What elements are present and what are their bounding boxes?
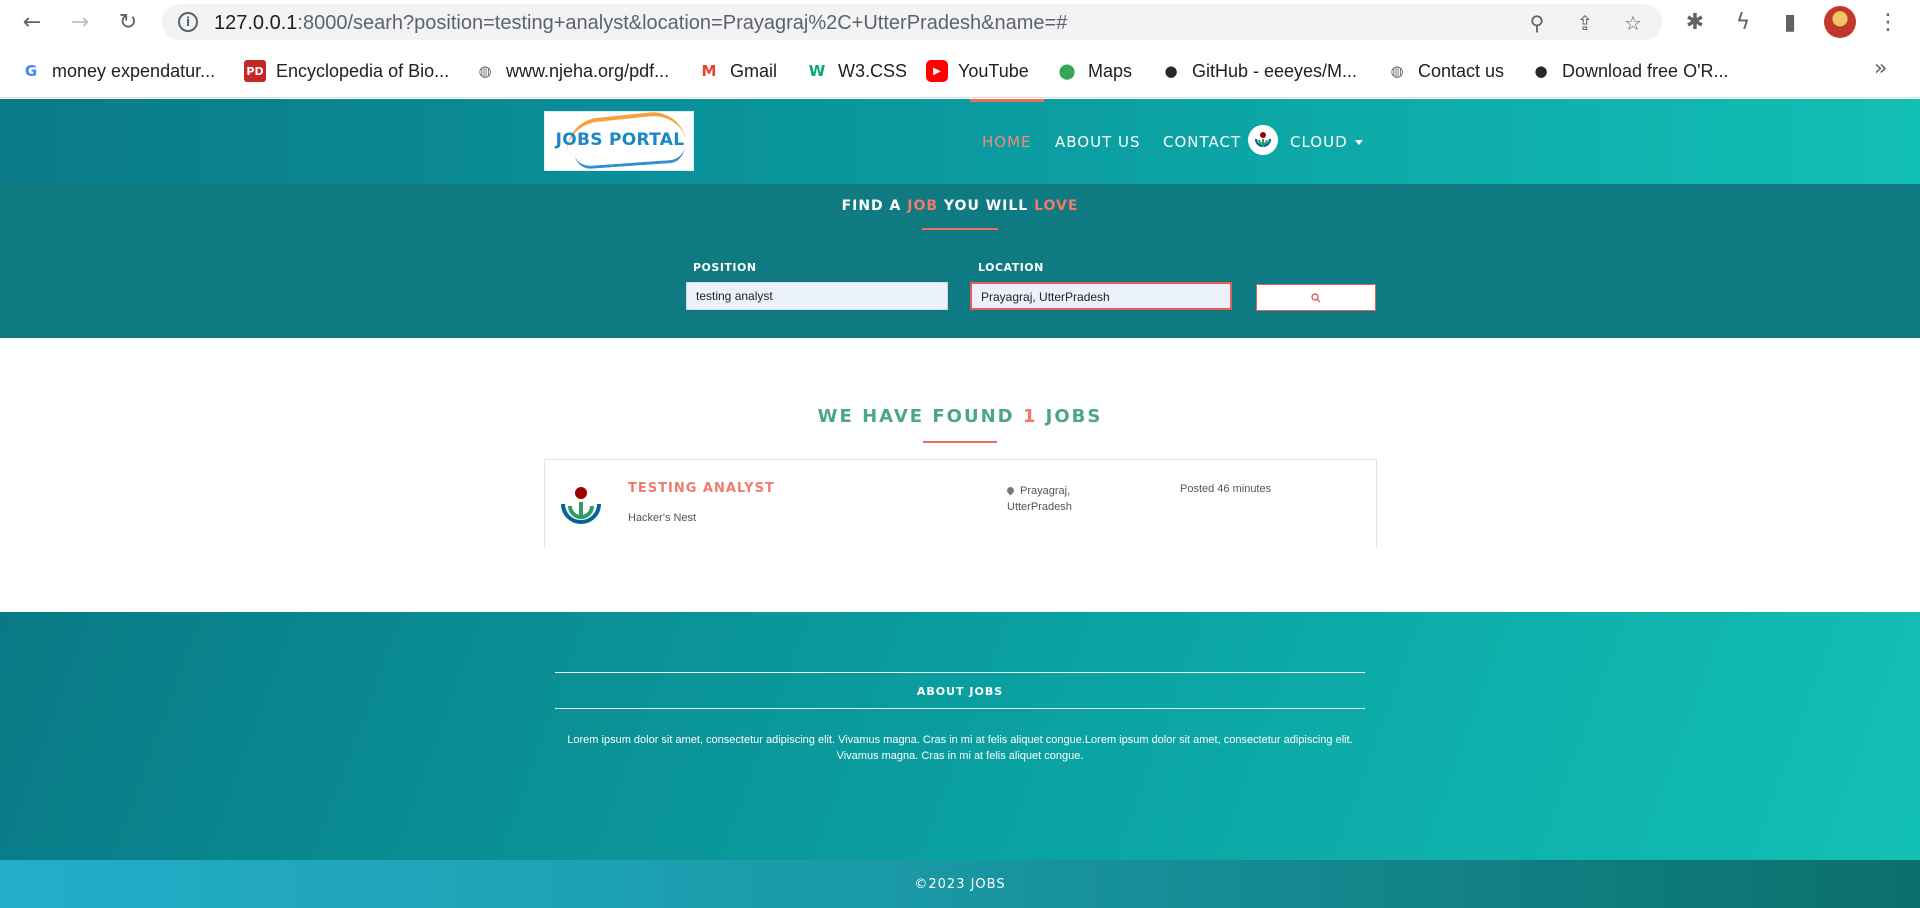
- job-location-text: Prayagraj, UtterPradesh: [1007, 485, 1072, 513]
- gmail-icon: M: [701, 62, 717, 80]
- youtube-icon: ▶: [926, 60, 948, 82]
- location-label: LOCATION: [978, 261, 1044, 274]
- user-avatar[interactable]: [1248, 125, 1278, 155]
- bookmark-item[interactable]: ▶ YouTube: [926, 57, 1029, 85]
- side-panel-icon[interactable]: ▮: [1776, 8, 1804, 36]
- share-icon[interactable]: ⇪: [1572, 10, 1598, 36]
- bookmark-item[interactable]: ● GitHub - eeeyes/M...: [1160, 57, 1357, 85]
- address-url[interactable]: 127.0.0.1:8000/searh?position=testing+an…: [214, 12, 1067, 35]
- heading-underline: [922, 228, 998, 230]
- bookmark-item[interactable]: ⬤ Maps: [1056, 57, 1132, 85]
- site-info-icon[interactable]: i: [178, 12, 198, 32]
- copyright-bar: ©2023 JOBS: [0, 860, 1920, 908]
- performance-icon[interactable]: ϟ: [1729, 8, 1757, 36]
- forward-arrow-icon[interactable]: →: [66, 8, 94, 36]
- company-logo-icon: [561, 487, 601, 524]
- site-header: JOBS PORTAL HOME ABOUT US CONTACT CLOUD: [0, 99, 1920, 184]
- user-name: CLOUD: [1290, 133, 1348, 151]
- bookmark-label: Maps: [1088, 60, 1133, 81]
- search-icon: [1311, 292, 1321, 302]
- bookmark-label: money expendatur...: [52, 60, 216, 81]
- nav-about-us[interactable]: ABOUT US: [1055, 133, 1141, 151]
- bookmark-item[interactable]: ◍ www.njeha.org/pdf...: [474, 57, 669, 85]
- github-icon: ●: [1164, 62, 1178, 80]
- jobs-portal-logo[interactable]: JOBS PORTAL: [544, 111, 694, 171]
- bookmark-star-icon[interactable]: ☆: [1620, 10, 1646, 36]
- job-location: Prayagraj, UtterPradesh: [1005, 483, 1117, 515]
- footer-divider: [555, 672, 1365, 673]
- browser-toolbar: ← → ↻ i 127.0.0.1:8000/searh?position=te…: [0, 0, 1920, 44]
- footer-divider: [555, 708, 1365, 709]
- caret-down-icon: [1354, 140, 1363, 145]
- job-title-link[interactable]: TESTING ANALYST: [628, 481, 775, 496]
- position-label: POSITION: [693, 261, 757, 274]
- heading-accent: LOVE: [1034, 198, 1079, 214]
- site-footer: ABOUT JOBS Lorem ipsum dolor sit amet, c…: [0, 612, 1920, 860]
- extensions-puzzle-icon[interactable]: ✱: [1681, 8, 1709, 36]
- wikimedia-icon: [1254, 132, 1272, 148]
- profile-avatar[interactable]: [1824, 6, 1856, 38]
- w3-icon: W: [808, 62, 826, 80]
- bookmark-label: www.njeha.org/pdf...: [506, 60, 670, 81]
- job-card[interactable]: TESTING ANALYST Hacker's Nest Prayagraj,…: [544, 459, 1377, 547]
- logo-text: JOBS PORTAL: [555, 130, 685, 150]
- bookmark-label: YouTube: [958, 60, 1029, 81]
- globe-icon: ◍: [478, 62, 492, 80]
- results-text: WE HAVE FOUND: [817, 406, 1023, 427]
- bookmark-item[interactable]: PD Encyclopedia of Bio...: [244, 57, 449, 85]
- map-pin-icon: [1005, 485, 1016, 496]
- bookmark-label: Contact us: [1418, 60, 1505, 81]
- copyright-text: ©2023 JOBS: [914, 877, 1006, 892]
- address-bar[interactable]: i 127.0.0.1:8000/searh?position=testing+…: [162, 4, 1662, 40]
- nav-contact[interactable]: CONTACT: [1163, 133, 1241, 151]
- position-input[interactable]: testing analyst: [686, 282, 948, 310]
- search-button[interactable]: [1256, 284, 1376, 311]
- footer-about-text: Lorem ipsum dolor sit amet, consectetur …: [567, 734, 1353, 762]
- results-underline: [923, 441, 997, 443]
- url-host: 127.0.0.1: [214, 12, 298, 34]
- location-input[interactable]: Prayagraj, UtterPradesh: [970, 282, 1232, 310]
- bookmark-label: W3.CSS: [838, 60, 908, 81]
- globe-icon: ◍: [1390, 62, 1404, 80]
- bookmark-label: Gmail: [730, 60, 778, 81]
- results-text: JOBS: [1037, 406, 1103, 427]
- bookmark-label: Encyclopedia of Bio...: [276, 60, 450, 81]
- zoom-icon[interactable]: ⚲: [1524, 10, 1550, 36]
- back-arrow-icon[interactable]: ←: [18, 8, 46, 36]
- url-path: :8000/searh?position=testing+analyst&loc…: [297, 12, 1068, 34]
- bookmark-item[interactable]: G money expendatur...: [20, 57, 215, 85]
- results-count: 1: [1022, 406, 1038, 427]
- pd-icon: PD: [244, 60, 266, 82]
- job-posted-time: Posted 46 minutes: [1180, 483, 1272, 495]
- bookmarks-bar: G money expendatur... PD Encyclopedia of…: [0, 44, 1920, 98]
- menu-kebab-icon[interactable]: ⋮: [1874, 8, 1902, 36]
- heading-accent: JOB: [907, 198, 939, 214]
- bookmark-item[interactable]: ● Download free O'R...: [1530, 57, 1729, 85]
- github-icon: ●: [1534, 62, 1548, 80]
- footer-heading: ABOUT JOBS: [916, 685, 1004, 698]
- reload-icon[interactable]: ↻: [114, 8, 142, 36]
- bookmark-label: Download free O'R...: [1562, 60, 1729, 81]
- bookmark-item[interactable]: ◍ Contact us: [1386, 57, 1504, 85]
- results-heading: WE HAVE FOUND 1 JOBS: [0, 406, 1920, 427]
- nav-active-indicator: [970, 99, 1044, 102]
- bookmark-label: GitHub - eeeyes/M...: [1192, 60, 1358, 81]
- nav-user-dropdown[interactable]: CLOUD: [1290, 133, 1363, 151]
- bookmark-item[interactable]: M Gmail: [698, 57, 777, 85]
- bookmark-item[interactable]: W W3.CSS: [806, 57, 907, 85]
- job-company: Hacker's Nest: [628, 512, 697, 524]
- maps-icon: ⬤: [1058, 62, 1076, 80]
- search-section: FIND A JOB YOU WILL LOVE POSITION testin…: [0, 184, 1920, 338]
- heading-text: YOU WILL: [938, 198, 1035, 214]
- heading-text: FIND A: [841, 198, 908, 214]
- search-heading: FIND A JOB YOU WILL LOVE: [0, 198, 1920, 214]
- google-icon: G: [24, 62, 38, 80]
- bookmarks-overflow-icon[interactable]: »: [1874, 56, 1887, 81]
- nav-home[interactable]: HOME: [982, 133, 1032, 151]
